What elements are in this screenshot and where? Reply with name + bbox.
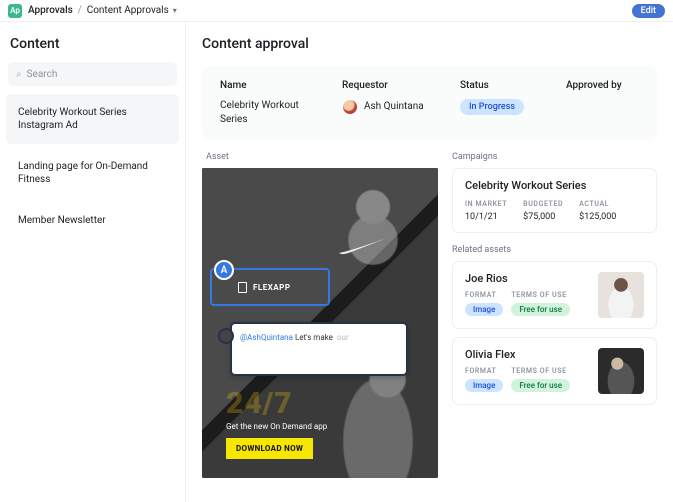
comment-suggestion: our <box>337 333 349 342</box>
top-bar: Ap Approvals / Content Approvals ▾ Edit <box>0 0 673 22</box>
comment-text: @AshQuintana Let's make our <box>240 333 349 342</box>
terms-label: TERMS OF USE <box>511 291 570 299</box>
asset-headline: 24/7 <box>226 386 293 421</box>
comment-body: Let's make <box>295 333 333 342</box>
page-title: Content approval <box>186 22 673 66</box>
campaigns-section-label: Campaigns <box>452 152 657 162</box>
metric-actual: ACTUAL $125,000 <box>579 200 616 222</box>
related-meta: FORMAT Image TERMS OF USE Free for use <box>465 291 588 316</box>
annotation-marker[interactable]: A <box>214 260 234 280</box>
format-label: FORMAT <box>465 291 503 299</box>
actual-label: ACTUAL <box>579 200 616 208</box>
sidebar: Content ⌕ Search Celebrity Workout Serie… <box>0 22 186 502</box>
actual-value: $125,000 <box>579 212 616 222</box>
summary-status-col: Status In Progress <box>460 80 544 126</box>
related-info: Joe Rios FORMAT Image TERMS OF USE Free … <box>465 272 588 318</box>
in-market-value: 10/1/21 <box>465 212 507 222</box>
related-thumbnail <box>598 272 644 318</box>
summary-card: Name Celebrity Workout Series Requestor … <box>202 66 657 140</box>
breadcrumb-current[interactable]: Content Approvals <box>87 5 169 16</box>
terms-label: TERMS OF USE <box>511 367 570 375</box>
metric-in-market: IN MARKET 10/1/21 <box>465 200 507 222</box>
terms-pill: Free for use <box>511 379 570 392</box>
comment-avatar <box>218 328 234 344</box>
sidebar-item-celebrity-ad[interactable]: Celebrity Workout Series Instagram Ad <box>6 94 179 144</box>
edit-button[interactable]: Edit <box>632 4 665 18</box>
athlete-figure-top <box>328 174 418 284</box>
related-name: Joe Rios <box>465 272 588 285</box>
asset-column: Asset 24/7 Get the new On Demand app DOW… <box>202 152 438 478</box>
breadcrumb-separator: / <box>78 5 82 16</box>
search-input[interactable]: ⌕ Search <box>8 62 177 86</box>
avatar <box>342 99 358 115</box>
summary-requestor-col: Requestor Ash Quintana <box>342 80 438 126</box>
related-thumbnail <box>598 348 644 394</box>
main-layout: Content ⌕ Search Celebrity Workout Serie… <box>0 22 673 502</box>
sidebar-item-landing-page[interactable]: Landing page for On-Demand Fitness <box>6 148 179 198</box>
right-column: Campaigns Celebrity Workout Series IN MA… <box>452 152 657 478</box>
summary-approvedby-col: Approved by <box>566 80 622 126</box>
summary-name-col: Name Celebrity Workout Series <box>220 80 320 126</box>
phone-icon <box>238 282 247 293</box>
breadcrumb-root[interactable]: Approvals <box>28 5 73 16</box>
search-icon: ⌕ <box>16 69 22 80</box>
detail-columns: Asset 24/7 Get the new On Demand app DOW… <box>186 152 673 478</box>
comment-mention: @AshQuintana <box>240 333 293 342</box>
asset-section-label: Asset <box>206 152 438 162</box>
format-pill: Image <box>465 379 503 392</box>
asset-subline: Get the new On Demand app <box>226 422 327 431</box>
asset-cta-button: DOWNLOAD NOW <box>226 438 313 459</box>
format-pill: Image <box>465 303 503 316</box>
campaign-metrics: IN MARKET 10/1/21 BUDGETED $75,000 ACTUA… <box>465 200 644 222</box>
content-pane: Content approval Name Celebrity Workout … <box>186 22 673 502</box>
comment-input[interactable]: @AshQuintana Let's make our <box>230 322 408 376</box>
related-name: Olivia Flex <box>465 348 588 361</box>
summary-approvedby-label: Approved by <box>566 80 622 91</box>
annotation-label: FLEXAPP <box>253 283 290 292</box>
status-badge[interactable]: In Progress <box>460 99 524 115</box>
campaign-title: Celebrity Workout Series <box>465 179 644 192</box>
campaign-card[interactable]: Celebrity Workout Series IN MARKET 10/1/… <box>452 168 657 233</box>
sidebar-item-newsletter[interactable]: Member Newsletter <box>6 202 179 239</box>
summary-name-value: Celebrity Workout Series <box>220 99 320 126</box>
related-section-label: Related assets <box>452 245 657 255</box>
sidebar-title: Content <box>0 22 185 62</box>
metric-budgeted: BUDGETED $75,000 <box>523 200 563 222</box>
requestor-row[interactable]: Ash Quintana <box>342 99 438 115</box>
asset-preview[interactable]: 24/7 Get the new On Demand app DOWNLOAD … <box>202 168 438 478</box>
budgeted-value: $75,000 <box>523 212 563 222</box>
related-meta: FORMAT Image TERMS OF USE Free for use <box>465 367 588 392</box>
related-asset-card[interactable]: Olivia Flex FORMAT Image TERMS OF USE Fr… <box>452 337 657 405</box>
search-placeholder: Search <box>27 69 58 80</box>
format-label: FORMAT <box>465 367 503 375</box>
in-market-label: IN MARKET <box>465 200 507 208</box>
brand-swoosh-icon <box>337 238 387 260</box>
chevron-down-icon[interactable]: ▾ <box>173 6 177 15</box>
related-asset-card[interactable]: Joe Rios FORMAT Image TERMS OF USE Free … <box>452 261 657 329</box>
summary-status-label: Status <box>460 80 544 91</box>
summary-requestor-label: Requestor <box>342 80 438 91</box>
related-info: Olivia Flex FORMAT Image TERMS OF USE Fr… <box>465 348 588 394</box>
summary-name-label: Name <box>220 80 320 91</box>
budgeted-label: BUDGETED <box>523 200 563 208</box>
requestor-name: Ash Quintana <box>364 100 424 114</box>
app-logo: Ap <box>8 4 22 18</box>
terms-pill: Free for use <box>511 303 570 316</box>
